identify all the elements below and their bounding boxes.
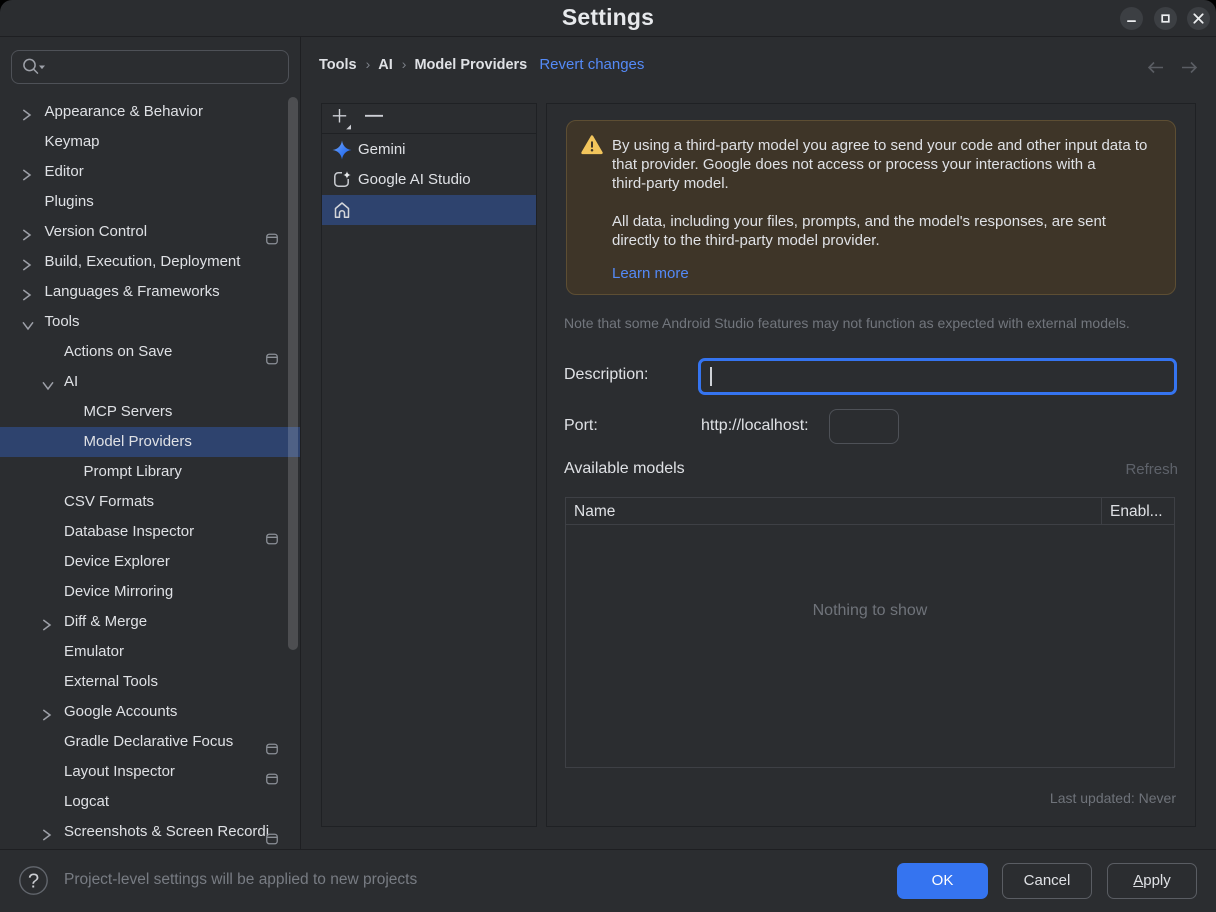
svg-text:?: ? <box>28 871 39 893</box>
